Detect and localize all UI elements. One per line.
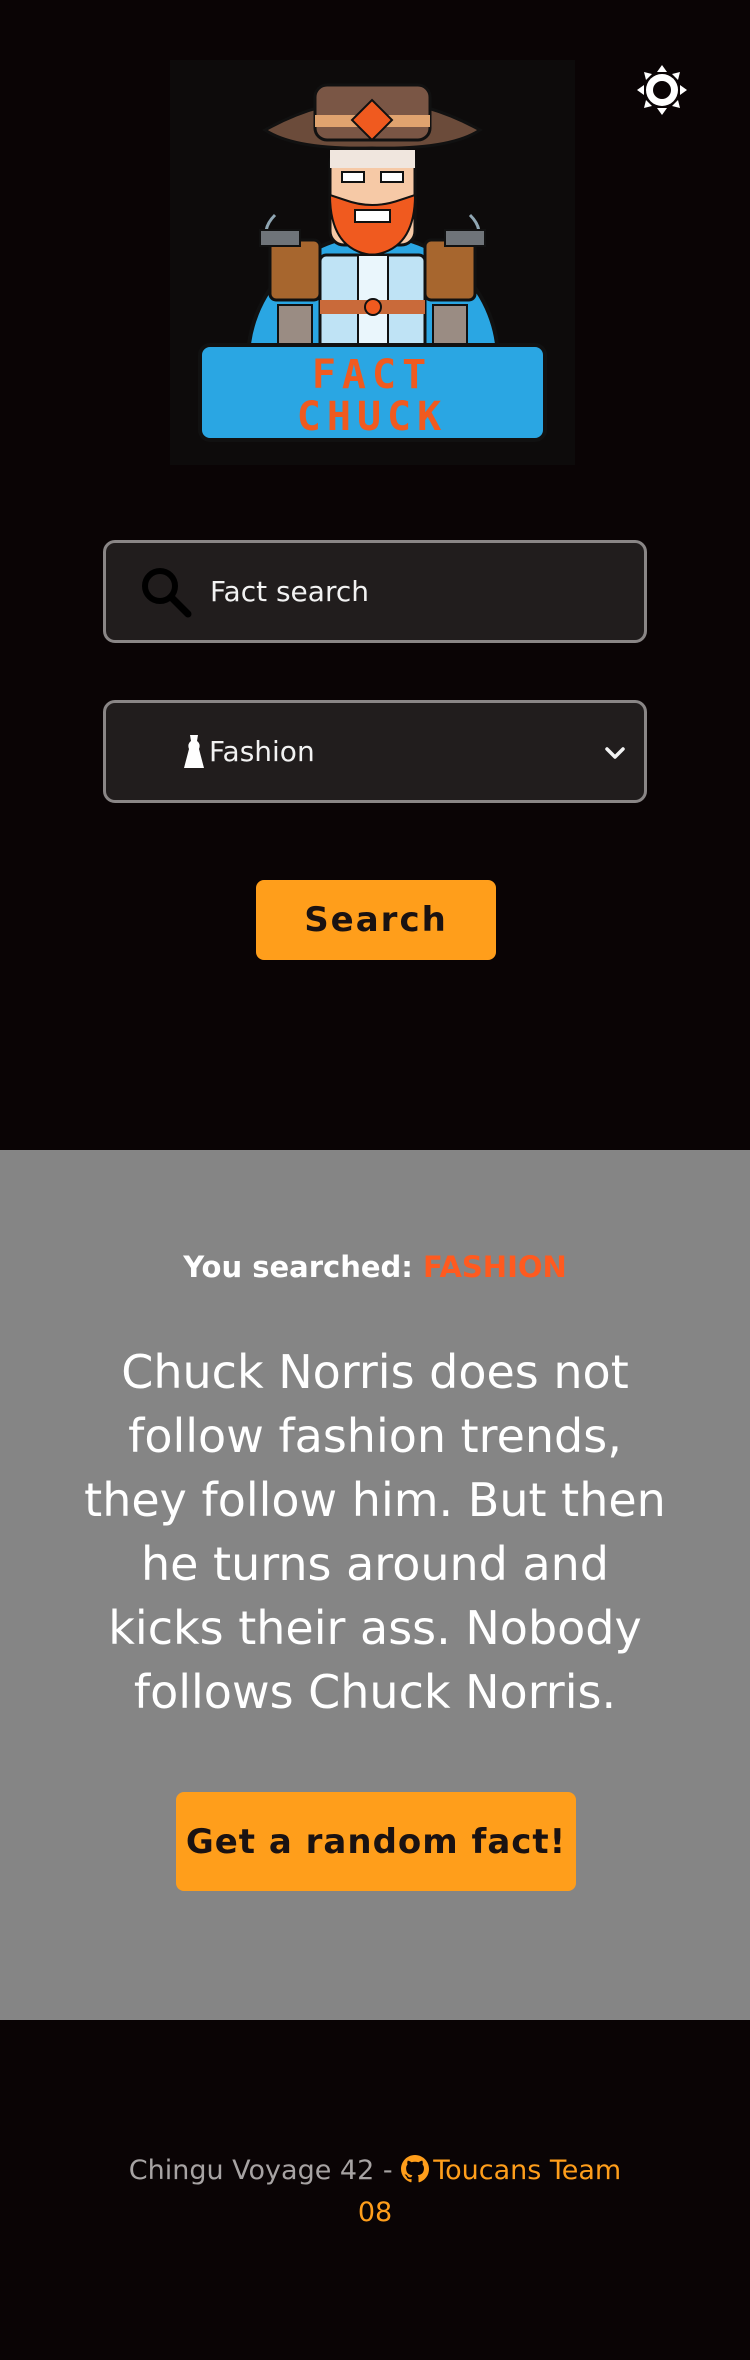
fact-text: Chuck Norris does not follow fashion tre… [84, 1345, 666, 1719]
category-select[interactable]: Fashion [103, 700, 647, 803]
footer-credit: Chingu Voyage 42 - Toucans Team 08 [120, 2150, 630, 2234]
theme-toggle-button[interactable] [632, 60, 692, 120]
searched-line: You searched: FASHION [0, 1250, 750, 1284]
search-button[interactable]: Search [256, 880, 496, 960]
random-fact-button[interactable]: Get a random fact! [176, 1792, 576, 1891]
fact-chuck-logo: FACT CHUCK [170, 60, 575, 465]
search-icon [136, 562, 196, 622]
team-link-text: Toucans Team 08 [357, 2155, 622, 2228]
result-section: You searched: FASHION Chuck Norris does … [0, 1150, 750, 2020]
footer-prefix: Chingu Voyage 42 - [128, 2155, 393, 2186]
page: FACT CHUCK Fashion S [0, 0, 750, 2360]
fact-search-box[interactable] [103, 540, 647, 643]
github-icon [401, 2155, 430, 2183]
sun-icon [637, 65, 687, 115]
searched-term: FASHION [422, 1250, 567, 1284]
footer: Chingu Voyage 42 - Toucans Team 08 [0, 2020, 750, 2360]
chevron-down-icon [605, 747, 625, 759]
searched-label: You searched: [183, 1250, 413, 1284]
dress-icon [181, 732, 207, 772]
fact-search-input[interactable] [208, 574, 632, 609]
logo-line-1: FACT [312, 352, 432, 398]
logo-line-2: CHUCK [297, 394, 447, 440]
team-link[interactable]: Toucans Team 08 [358, 2155, 621, 2228]
category-selected-value: Fashion [209, 735, 315, 768]
header: FACT CHUCK Fashion S [0, 0, 750, 1150]
